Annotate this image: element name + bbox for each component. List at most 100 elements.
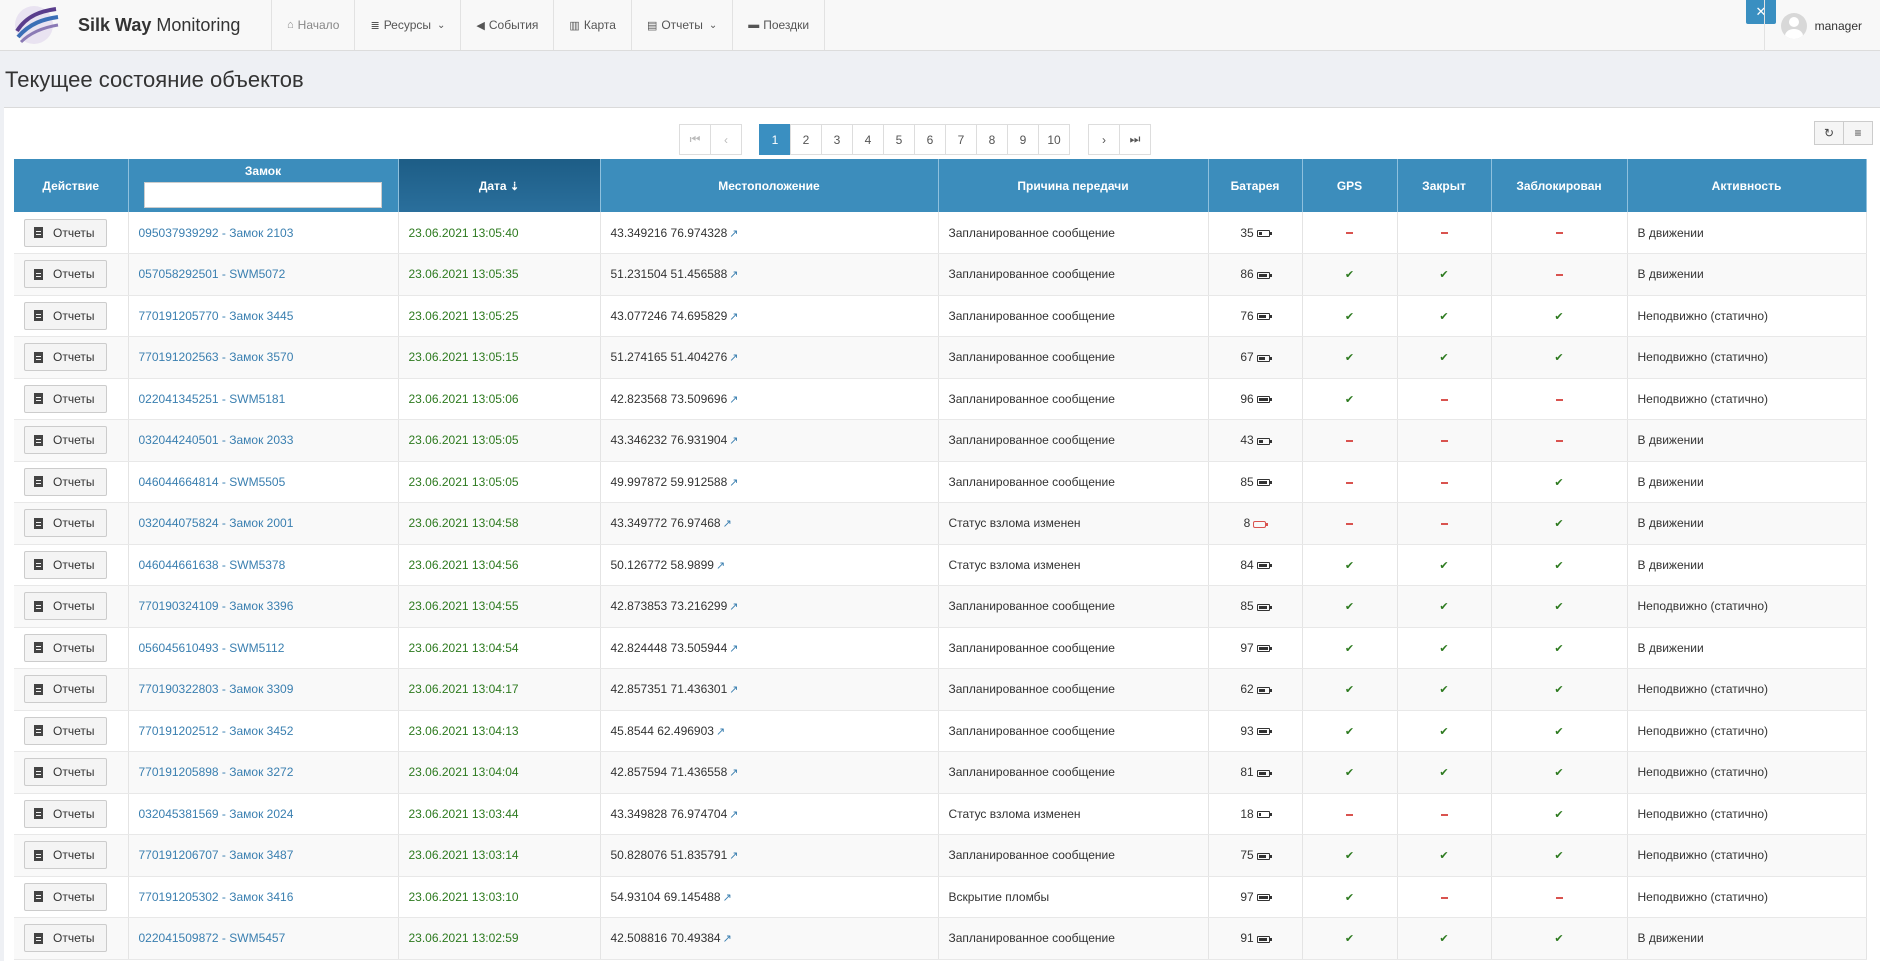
lock-link[interactable]: 032045381569 - Замок 2024 [139, 807, 294, 821]
external-link-icon[interactable]: ↗ [723, 892, 732, 904]
page-button[interactable]: 2 [790, 124, 822, 155]
lock-link[interactable]: 057058292501 - SWM5072 [139, 267, 286, 281]
external-link-icon[interactable]: ↗ [723, 933, 732, 945]
reports-button[interactable]: Отчеты [24, 384, 108, 413]
reports-button[interactable]: Отчеты [24, 716, 108, 745]
external-link-icon[interactable]: ↗ [716, 726, 725, 738]
last-page-button[interactable]: ⏭ [1119, 124, 1151, 155]
reports-button[interactable]: Отчеты [24, 633, 108, 662]
next-page-button[interactable]: › [1088, 124, 1120, 155]
external-link-icon[interactable]: ↗ [729, 435, 738, 447]
battery-icon [1256, 686, 1272, 694]
lock-link[interactable]: 770191202512 - Замок 3452 [139, 724, 294, 738]
nav-resources[interactable]: ≣ Ресурсы ⌄ [355, 0, 462, 50]
table-row: Отчеты 046044661638 - SWM5378 23.06.2021 1… [14, 544, 1867, 586]
file-icon [34, 725, 43, 737]
minus-icon [1346, 523, 1353, 526]
location-cell: 51.274165 51.404276 ↗ [600, 336, 939, 379]
external-link-icon[interactable]: ↗ [729, 850, 738, 862]
lock-cell: 770191202512 - Замок 3452 [128, 710, 399, 752]
nav-events[interactable]: ◀ События [461, 0, 555, 50]
lock-link[interactable]: 056045610493 - SWM5112 [139, 641, 285, 655]
reports-button[interactable]: Отчеты [24, 301, 108, 330]
reports-button[interactable]: Отчеты [24, 467, 108, 496]
reports-button[interactable]: Отчеты [24, 343, 108, 372]
page-button[interactable]: 10 [1038, 124, 1070, 155]
external-link-icon[interactable]: ↗ [729, 684, 738, 696]
lock-link[interactable]: 770191206707 - Замок 3487 [139, 848, 294, 862]
page-button[interactable]: 8 [976, 124, 1008, 155]
lock-link[interactable]: 770190324109 - Замок 3396 [139, 599, 294, 613]
user-menu[interactable]: manager [1763, 0, 1880, 51]
brand[interactable]: Silk Way Monitoring [0, 0, 272, 50]
lock-link[interactable]: 770190322803 - Замок 3309 [139, 682, 294, 696]
check-icon: ✔ [1554, 476, 1564, 489]
battery-level [1258, 439, 1263, 443]
reports-button[interactable]: Отчеты [24, 841, 108, 870]
lock-filter-input[interactable] [144, 181, 382, 208]
page-button[interactable]: 5 [883, 124, 915, 155]
reports-button[interactable]: Отчеты [24, 675, 108, 704]
date-cell: 23.06.2021 13:05:06 [398, 378, 601, 420]
blocked-cell: ✔ [1491, 461, 1628, 503]
nav-map[interactable]: ▥ Карта [554, 0, 632, 50]
reports-button[interactable]: Отчеты [24, 426, 108, 455]
external-link-icon[interactable]: ↗ [729, 643, 738, 655]
external-link-icon[interactable]: ↗ [729, 269, 738, 281]
external-link-icon[interactable]: ↗ [729, 311, 738, 323]
reports-button[interactable]: Отчеты [24, 218, 108, 247]
lock-link[interactable]: 770191205898 - Замок 3272 [139, 765, 294, 779]
lock-link[interactable]: 032044240501 - Замок 2033 [139, 433, 294, 447]
nav-trips[interactable]: ▬ Поездки [733, 0, 826, 50]
page-button[interactable]: 3 [821, 124, 853, 155]
reports-button[interactable]: Отчеты [24, 509, 108, 538]
page-button[interactable]: 7 [945, 124, 977, 155]
reports-button[interactable]: Отчеты [24, 799, 108, 828]
lock-link[interactable]: 770191202563 - Замок 3570 [139, 350, 294, 364]
reports-button[interactable]: Отчеты [24, 260, 108, 289]
external-link-icon[interactable]: ↗ [716, 560, 725, 572]
battery-cell: 84 [1208, 544, 1303, 586]
page-button[interactable]: 1 [759, 124, 791, 155]
refresh-button[interactable]: ↻ [1814, 121, 1844, 145]
external-link-icon[interactable]: ↗ [729, 809, 738, 821]
reports-button[interactable]: Отчеты [24, 882, 108, 911]
battery-level [1258, 937, 1267, 941]
col-date[interactable]: Дата ⇣ [398, 159, 601, 212]
external-link-icon[interactable]: ↗ [729, 394, 738, 406]
reports-button[interactable]: Отчеты [24, 924, 108, 953]
columns-button[interactable]: ≡ [1843, 121, 1873, 145]
date-cell: 23.06.2021 13:03:14 [398, 834, 601, 877]
external-link-icon[interactable]: ↗ [729, 601, 738, 613]
page-button[interactable]: 6 [914, 124, 946, 155]
external-link-icon[interactable]: ↗ [729, 477, 738, 489]
external-link-icon[interactable]: ↗ [723, 518, 732, 530]
reports-button[interactable]: Отчеты [24, 550, 108, 579]
action-cell: Отчеты [14, 876, 129, 918]
lock-link[interactable]: 095037939292 - Замок 2103 [139, 226, 294, 240]
lock-link[interactable]: 032044075824 - Замок 2001 [139, 516, 294, 530]
file-icon [34, 476, 43, 488]
external-link-icon[interactable]: ↗ [729, 228, 738, 240]
prev-page-button[interactable]: ‹ [710, 124, 742, 155]
check-icon: ✔ [1439, 310, 1449, 323]
reports-button[interactable]: Отчеты [24, 592, 108, 621]
battery-cell: 76 [1208, 295, 1303, 337]
external-link-icon[interactable]: ↗ [729, 767, 738, 779]
external-link-icon[interactable]: ↗ [729, 352, 738, 364]
nav-home[interactable]: ⌂ Начало [272, 0, 356, 50]
lock-link[interactable]: 022041509872 - SWM5457 [139, 931, 286, 945]
first-page-button[interactable]: ⏮ [679, 124, 711, 155]
page-button[interactable]: 4 [852, 124, 884, 155]
lock-link[interactable]: 770191205302 - Замок 3416 [139, 890, 294, 904]
lock-link[interactable]: 022041345251 - SWM5181 [139, 392, 286, 406]
page-button[interactable]: 9 [1007, 124, 1039, 155]
lock-link[interactable]: 046044664814 - SWM5505 [139, 475, 286, 489]
nav-reports[interactable]: ▤ Отчеты ⌄ [632, 0, 734, 50]
lock-link[interactable]: 046044661638 - SWM5378 [139, 558, 286, 572]
sort-desc-icon: ⇣ [509, 180, 520, 193]
lock-link[interactable]: 770191205770 - Замок 3445 [139, 309, 294, 323]
reports-button[interactable]: Отчеты [24, 758, 108, 787]
battery-icon [1256, 769, 1272, 777]
lock-cell: 022041509872 - SWM5457 [128, 917, 399, 960]
